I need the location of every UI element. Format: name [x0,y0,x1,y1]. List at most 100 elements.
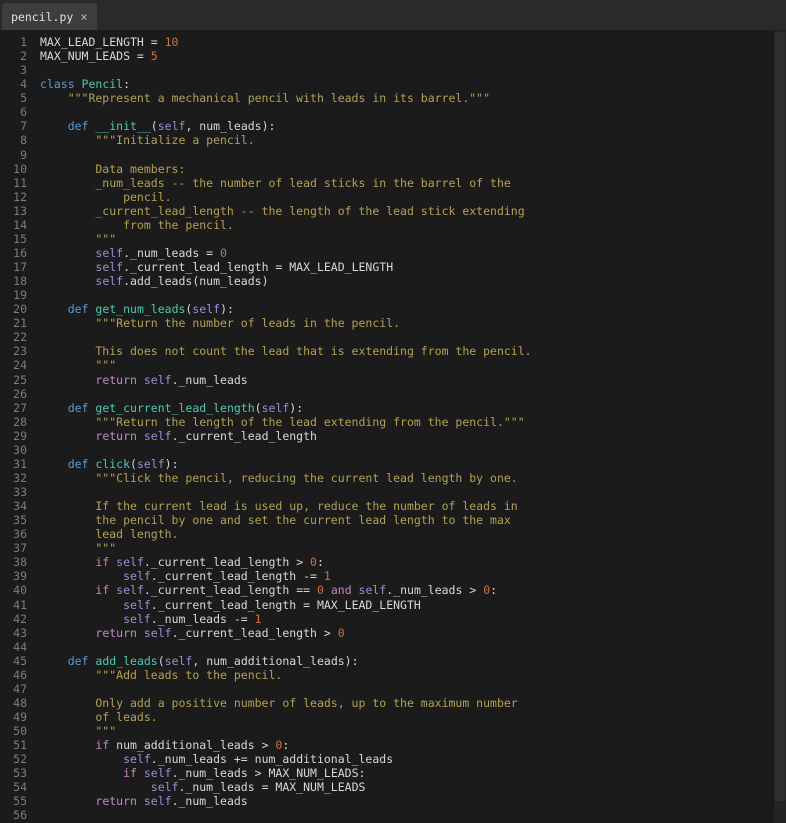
code-line[interactable]: 43 return self._current_lead_length > 0 [0,626,774,640]
line-number[interactable]: 6 [0,105,34,119]
line-number[interactable]: 24 [0,358,34,372]
line-number[interactable]: 2 [0,49,34,63]
line-number[interactable]: 49 [0,710,34,724]
line-number[interactable]: 31 [0,457,34,471]
line-number[interactable]: 27 [0,401,34,415]
line-number[interactable]: 40 [0,583,34,597]
line-number[interactable]: 46 [0,668,34,682]
code-line[interactable]: 11 _num_leads -- the number of lead stic… [0,176,774,190]
line-number[interactable]: 7 [0,119,34,133]
line-number[interactable]: 22 [0,330,34,344]
line-number[interactable]: 25 [0,373,34,387]
line-number[interactable]: 55 [0,794,34,808]
line-number[interactable]: 38 [0,555,34,569]
line-number[interactable]: 50 [0,724,34,738]
line-number[interactable]: 42 [0,612,34,626]
code-line[interactable]: 44 [0,640,774,654]
line-number[interactable]: 10 [0,162,34,176]
line-number[interactable]: 11 [0,176,34,190]
line-number[interactable]: 30 [0,443,34,457]
tab-close-icon[interactable]: × [80,11,87,23]
code-line[interactable]: 23 This does not count the lead that is … [0,344,774,358]
code-line[interactable]: 4class Pencil: [0,77,774,91]
code-line[interactable]: 49 of leads. [0,710,774,724]
line-number[interactable]: 37 [0,541,34,555]
code-line[interactable]: 54 self._num_leads = MAX_NUM_LEADS [0,780,774,794]
line-number[interactable]: 20 [0,302,34,316]
code-line[interactable]: 16 self._num_leads = 0 [0,246,774,260]
code-line[interactable]: 52 self._num_leads += num_additional_lea… [0,752,774,766]
code-line[interactable]: 42 self._num_leads -= 1 [0,612,774,626]
code-line[interactable]: 14 from the pencil. [0,218,774,232]
editor-lines[interactable]: 1MAX_LEAD_LENGTH = 102MAX_NUM_LEADS = 53… [0,30,774,823]
code-line[interactable]: 3 [0,63,774,77]
code-line[interactable]: 51 if num_additional_leads > 0: [0,738,774,752]
code-line[interactable]: 7 def __init__(self, num_leads): [0,119,774,133]
line-number[interactable]: 41 [0,598,34,612]
line-number[interactable]: 52 [0,752,34,766]
code-line[interactable]: 20 def get_num_leads(self): [0,302,774,316]
scrollbar-thumb[interactable] [775,32,785,801]
code-line[interactable]: 10 Data members: [0,162,774,176]
code-line[interactable]: 5 """Represent a mechanical pencil with … [0,91,774,105]
code-line[interactable]: 40 if self._current_lead_length == 0 and… [0,583,774,597]
code-line[interactable]: 48 Only add a positive number of leads, … [0,696,774,710]
line-number[interactable]: 5 [0,91,34,105]
line-number[interactable]: 32 [0,471,34,485]
code-line[interactable]: 46 """Add leads to the pencil. [0,668,774,682]
line-number[interactable]: 8 [0,133,34,147]
line-number[interactable]: 9 [0,148,34,162]
code-line[interactable]: 1MAX_LEAD_LENGTH = 10 [0,35,774,49]
line-number[interactable]: 51 [0,738,34,752]
tab-pencil-py[interactable]: pencil.py × [2,3,97,30]
line-number[interactable]: 15 [0,232,34,246]
line-number[interactable]: 34 [0,499,34,513]
code-line[interactable]: 12 pencil. [0,190,774,204]
line-number[interactable]: 39 [0,569,34,583]
code-line[interactable]: 32 """Click the pencil, reducing the cur… [0,471,774,485]
code-line[interactable]: 50 """ [0,724,774,738]
line-number[interactable]: 16 [0,246,34,260]
code-line[interactable]: 35 the pencil by one and set the current… [0,513,774,527]
code-line[interactable]: 22 [0,330,774,344]
line-number[interactable]: 21 [0,316,34,330]
code-line[interactable]: 37 """ [0,541,774,555]
code-line[interactable]: 45 def add_leads(self, num_additional_le… [0,654,774,668]
line-number[interactable]: 56 [0,808,34,822]
code-line[interactable]: 6 [0,105,774,119]
scrollbar[interactable] [774,30,786,823]
code-line[interactable]: 39 self._current_lead_length -= 1 [0,569,774,583]
code-line[interactable]: 25 return self._num_leads [0,373,774,387]
line-number[interactable]: 14 [0,218,34,232]
code-line[interactable]: 26 [0,387,774,401]
line-number[interactable]: 45 [0,654,34,668]
line-number[interactable]: 13 [0,204,34,218]
code-line[interactable]: 36 lead length. [0,527,774,541]
line-number[interactable]: 53 [0,766,34,780]
code-line[interactable]: 27 def get_current_lead_length(self): [0,401,774,415]
code-line[interactable]: 33 [0,485,774,499]
code-line[interactable]: 34 If the current lead is used up, reduc… [0,499,774,513]
code-line[interactable]: 9 [0,148,774,162]
code-line[interactable]: 31 def click(self): [0,457,774,471]
line-number[interactable]: 26 [0,387,34,401]
line-number[interactable]: 43 [0,626,34,640]
line-number[interactable]: 47 [0,682,34,696]
line-number[interactable]: 4 [0,77,34,91]
code-line[interactable]: 15 """ [0,232,774,246]
code-line[interactable]: 19 [0,288,774,302]
code-line[interactable]: 38 if self._current_lead_length > 0: [0,555,774,569]
code-line[interactable]: 24 """ [0,358,774,372]
code-line[interactable]: 47 [0,682,774,696]
code-line[interactable]: 28 """Return the length of the lead exte… [0,415,774,429]
line-number[interactable]: 3 [0,63,34,77]
code-line[interactable]: 17 self._current_lead_length = MAX_LEAD_… [0,260,774,274]
line-number[interactable]: 54 [0,780,34,794]
line-number[interactable]: 23 [0,344,34,358]
code-line[interactable]: 29 return self._current_lead_length [0,429,774,443]
code-line[interactable]: 2MAX_NUM_LEADS = 5 [0,49,774,63]
code-line[interactable]: 21 """Return the number of leads in the … [0,316,774,330]
line-number[interactable]: 48 [0,696,34,710]
code-line[interactable]: 56 [0,808,774,822]
line-number[interactable]: 33 [0,485,34,499]
